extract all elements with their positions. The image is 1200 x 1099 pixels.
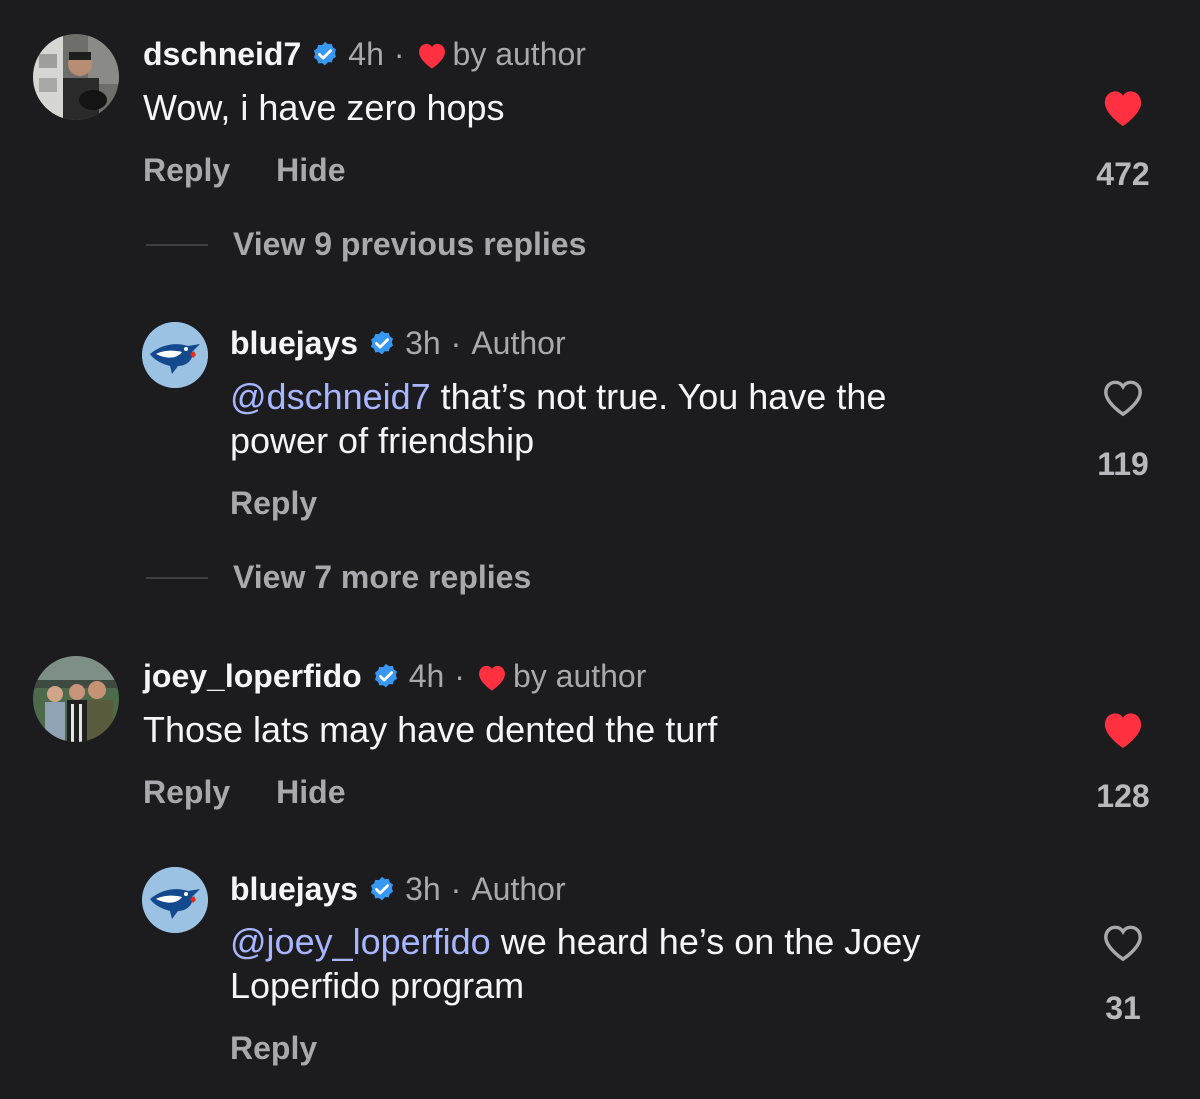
separator-dot: · xyxy=(454,658,465,694)
bluejays-logo xyxy=(142,867,208,933)
comment-text: Those lats may have dented the turf xyxy=(143,709,718,750)
verified-badge-icon xyxy=(310,40,340,70)
avatar-dschneid7[interactable] xyxy=(33,34,119,120)
comment-time: 4h xyxy=(408,658,445,694)
comment-text-line1: that’s not true. You have the xyxy=(430,376,887,417)
like-count: 472 xyxy=(1096,156,1150,192)
verified-badge-icon xyxy=(371,662,401,692)
divider-line xyxy=(146,576,208,579)
liked-by-author-label: by author xyxy=(452,36,586,72)
comment-actions: Reply Hide xyxy=(143,774,345,811)
view-more-replies-label: View 7 more replies xyxy=(233,559,532,595)
avatar-bluejays[interactable] xyxy=(142,867,208,933)
heart-filled-icon[interactable] xyxy=(1100,86,1146,128)
view-more-replies-button[interactable]: View 7 more replies xyxy=(146,559,531,596)
comment-actions: Reply xyxy=(230,485,317,522)
mention-link[interactable]: @dschneid7 xyxy=(230,376,431,417)
comment-actions: Reply xyxy=(230,1030,317,1067)
reply-button[interactable]: Reply xyxy=(143,152,230,189)
comment-time: 3h xyxy=(405,325,441,361)
comment-text: Wow, i have zero hops xyxy=(143,87,505,128)
username[interactable]: dschneid7 xyxy=(143,36,301,73)
username[interactable]: bluejays xyxy=(230,871,358,908)
hide-button[interactable]: Hide xyxy=(276,774,345,811)
comment-text-line1: we heard he’s on the Joey xyxy=(490,921,921,962)
separator-dot: · xyxy=(450,871,462,907)
avatar-bluejays[interactable] xyxy=(142,322,208,388)
heart-outline-icon[interactable] xyxy=(1100,921,1146,963)
comment-actions: Reply Hide xyxy=(143,152,345,189)
like-count: 128 xyxy=(1096,778,1150,814)
verified-badge-icon xyxy=(367,875,397,905)
verified-badge-icon xyxy=(367,329,397,359)
comment-time: 3h xyxy=(405,871,441,907)
reply-button[interactable]: Reply xyxy=(230,1030,317,1067)
avatar-joey-loperfido[interactable] xyxy=(33,656,119,742)
divider-line xyxy=(146,243,208,246)
comment-text-line2: power of friendship xyxy=(230,420,535,461)
author-label: Author xyxy=(471,871,566,907)
username[interactable]: bluejays xyxy=(230,325,358,362)
like-count: 31 xyxy=(1105,990,1141,1026)
username[interactable]: joey_loperfido xyxy=(143,658,362,695)
view-previous-replies-label: View 9 previous replies xyxy=(233,226,587,262)
like-count: 119 xyxy=(1097,446,1149,482)
reply-button[interactable]: Reply xyxy=(143,774,230,811)
hide-button[interactable]: Hide xyxy=(276,152,345,189)
heart-filled-icon[interactable] xyxy=(1100,708,1146,750)
liked-by-author-label: by author xyxy=(512,658,647,694)
reply-button[interactable]: Reply xyxy=(230,485,317,522)
heart-filled-icon xyxy=(475,662,509,692)
comment-header: bluejays 3h · Author xyxy=(230,325,566,362)
bluejays-logo xyxy=(142,322,208,388)
comment-header: bluejays 3h · Author xyxy=(230,871,566,908)
separator-dot: · xyxy=(450,325,462,361)
comment-text-line2: Loperfido program xyxy=(230,965,525,1006)
author-label: Author xyxy=(471,325,566,361)
heart-outline-icon[interactable] xyxy=(1100,376,1146,418)
comment-header: joey_loperfido 4h · by author xyxy=(143,658,646,695)
comment-text: @dschneid7 that’s not true. You have the… xyxy=(230,375,886,463)
comment-header: dschneid7 4h · by author xyxy=(143,36,586,73)
view-previous-replies-button[interactable]: View 9 previous replies xyxy=(146,226,586,263)
comment-time: 4h xyxy=(348,36,384,72)
comment-text: @joey_loperfido we heard he’s on the Joe… xyxy=(230,920,920,1008)
heart-filled-icon xyxy=(415,40,449,70)
separator-dot: · xyxy=(393,36,405,72)
mention-link[interactable]: @joey_loperfido xyxy=(230,921,491,962)
